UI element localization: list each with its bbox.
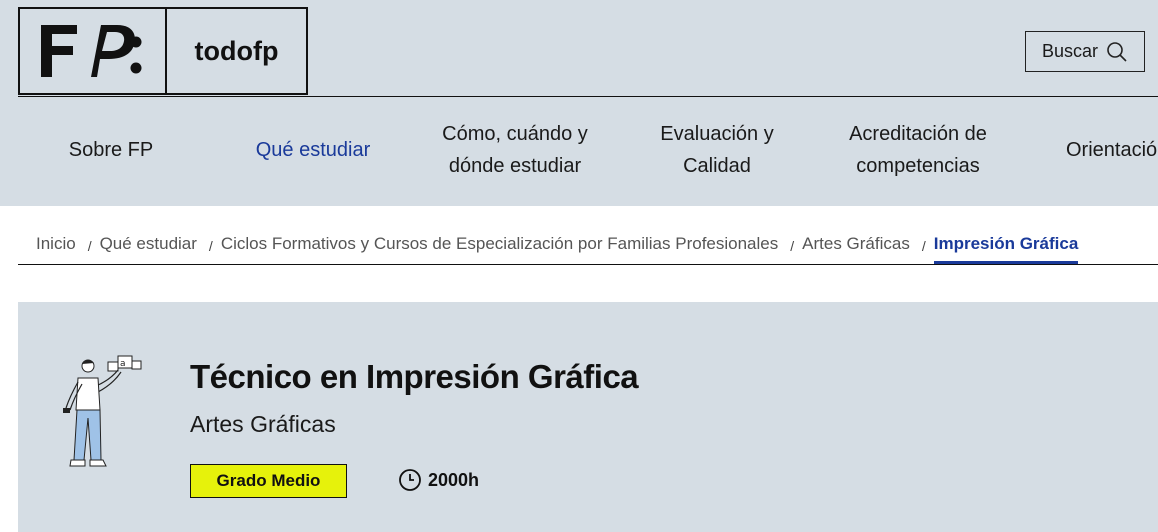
breadcrumb-item-artes-graficas[interactable]: Artes Gráficas — [802, 234, 910, 254]
duration-value: 2000h — [428, 469, 480, 490]
breadcrumb-item-ciclos[interactable]: Ciclos Formativos y Cursos de Especializ… — [221, 234, 778, 254]
search-label: Buscar — [1041, 41, 1099, 61]
breadcrumb-divider — [18, 264, 1158, 265]
nav-acreditacion-competencias[interactable]: Acreditación de competencias — [828, 117, 1008, 183]
course-hero: a Técnico en Impresión Gráfica Artes Grá… — [18, 302, 1158, 532]
fp-logo-icon — [40, 25, 141, 77]
breadcrumb-separator: / — [87, 238, 92, 254]
course-duration: 2000h — [398, 468, 479, 492]
clock-icon — [399, 469, 421, 491]
nav-sobre-fp[interactable]: Sobre FP — [36, 117, 186, 183]
breadcrumb-separator: / — [790, 238, 795, 254]
fp-logo-mark — [20, 9, 167, 93]
person-illustration: a — [63, 355, 142, 467]
breadcrumb: Inicio / Qué estudiar / Ciclos Formativo… — [36, 229, 1079, 264]
search-icon — [1107, 41, 1127, 62]
search-button[interactable]: Buscar — [1025, 31, 1145, 72]
breadcrumb-separator: / — [921, 238, 926, 254]
nav-orientacion[interactable]: Orientación — [1066, 117, 1158, 183]
logo-name: todofp — [194, 35, 279, 66]
site-logo[interactable]: todofp — [18, 7, 308, 95]
header-divider — [18, 96, 1158, 97]
level-badge: Grado Medio — [190, 464, 347, 498]
course-family: Artes Gráficas — [190, 411, 336, 437]
breadcrumb-current: Impresión Gráfica — [933, 234, 1079, 264]
breadcrumb-item-que-estudiar[interactable]: Qué estudiar — [100, 234, 197, 254]
breadcrumb-separator: / — [208, 238, 213, 254]
nav-que-estudiar[interactable]: Qué estudiar — [236, 117, 390, 183]
nav-como-cuando-donde[interactable]: Cómo, cuándo y dónde estudiar — [420, 117, 610, 183]
course-title: Técnico en Impresión Gráfica — [190, 358, 639, 395]
nav-evaluacion-calidad[interactable]: Evaluación y Calidad — [640, 117, 794, 183]
breadcrumb-item-inicio[interactable]: Inicio — [36, 234, 76, 254]
svg-text:a: a — [120, 359, 126, 369]
site-header: todofp Buscar Sobre FP Qué estudiar Cómo… — [0, 0, 1158, 206]
